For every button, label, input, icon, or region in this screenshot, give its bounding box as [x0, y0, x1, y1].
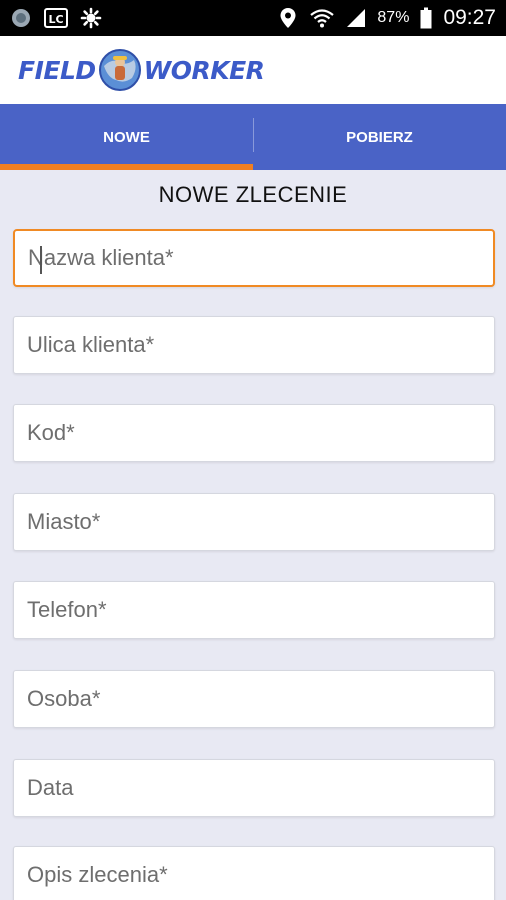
- lc-icon: LC: [44, 7, 68, 29]
- tab-nowe[interactable]: NOWE: [0, 104, 253, 170]
- client-street-input[interactable]: [27, 317, 494, 373]
- globe-worker-icon: [98, 49, 141, 91]
- city-field[interactable]: [13, 493, 495, 551]
- text-cursor: [40, 246, 42, 274]
- logo-text-worker: WORKER: [143, 55, 265, 85]
- postal-code-input[interactable]: [27, 405, 494, 461]
- cellular-signal-icon: [345, 7, 367, 29]
- phone-input[interactable]: [27, 582, 494, 638]
- order-description-field[interactable]: [13, 846, 495, 900]
- client-name-input[interactable]: [28, 231, 493, 285]
- location-pin-icon: [277, 7, 299, 29]
- logo-text-field: FIELD: [18, 55, 96, 85]
- tab-pobierz-label: POBIERZ: [346, 128, 413, 146]
- status-bar-left: LC: [0, 7, 102, 29]
- app-bar: FIELD WORKER: [0, 36, 506, 104]
- wifi-icon: [309, 7, 335, 29]
- city-input[interactable]: [27, 494, 494, 550]
- status-bar-right: 87% 09:27: [277, 6, 506, 30]
- settings-gear-icon: [80, 7, 102, 29]
- status-bar: LC 87% 09:27: [0, 0, 506, 36]
- contact-person-input[interactable]: [27, 671, 494, 727]
- battery-percentage: 87%: [377, 9, 410, 26]
- page-title: NOWE ZLECENIE: [158, 182, 348, 207]
- tab-bar: NOWE POBIERZ: [0, 104, 506, 170]
- contact-person-field[interactable]: [13, 670, 495, 728]
- tab-nowe-label: NOWE: [103, 128, 150, 146]
- status-time: 09:27: [443, 6, 496, 29]
- order-description-input[interactable]: [27, 847, 494, 900]
- client-name-field[interactable]: [13, 229, 495, 287]
- client-street-field[interactable]: [13, 316, 495, 374]
- date-input[interactable]: [27, 760, 494, 816]
- postal-code-field[interactable]: [13, 404, 495, 462]
- fieldworker-logo: FIELD WORKER: [18, 48, 265, 92]
- tab-pobierz[interactable]: POBIERZ: [253, 104, 506, 170]
- app-notification-icon: [10, 7, 32, 29]
- active-tab-indicator: [0, 164, 253, 170]
- phone-field[interactable]: [13, 581, 495, 639]
- date-field[interactable]: [13, 759, 495, 817]
- lc-label: LC: [48, 13, 63, 26]
- battery-icon: [419, 7, 433, 29]
